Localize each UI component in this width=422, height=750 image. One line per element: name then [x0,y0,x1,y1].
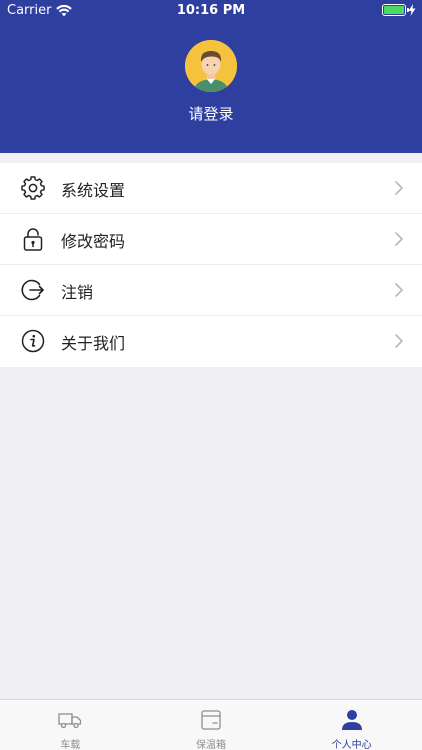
person-icon [341,710,362,730]
menu-item-about-us[interactable]: 关于我们 [0,316,422,367]
tab-label: 保温箱 [196,740,226,750]
status-time: 10:16 PM [176,3,246,18]
info-icon [21,329,45,353]
box-icon [201,710,221,730]
tab-label: 车载 [60,740,81,750]
lock-icon [23,228,43,251]
chevron-right-icon [395,334,403,348]
avatar[interactable] [185,40,237,92]
menu-item-label: 关于我们 [61,334,126,353]
menu-item-logout[interactable]: 注销 [0,265,422,316]
profile-header: Carrier 10:16 PM 请登录 [0,0,422,153]
chevron-right-icon [395,181,403,195]
status-bar: Carrier 10:16 PM [0,0,422,22]
menu-item-label: 系统设置 [61,181,126,200]
login-prompt[interactable]: 请登录 [0,103,422,124]
battery-indicator [382,4,416,16]
settings-menu: 系统设置 修改密码 注销 关于我们 [0,163,422,367]
gear-icon [21,176,45,200]
menu-item-system-settings[interactable]: 系统设置 [0,163,422,214]
chevron-right-icon [395,283,403,297]
chevron-right-icon [395,232,403,246]
menu-item-change-password[interactable]: 修改密码 [0,214,422,265]
avatar-icon [185,40,237,92]
truck-icon [58,713,82,729]
menu-item-label: 注销 [61,283,94,302]
tab-vehicle[interactable]: 车载 [0,700,141,750]
tab-bar: 车载 保温箱 个人中心 [0,699,422,750]
tab-label: 个人中心 [331,740,372,750]
tab-cooler-box[interactable]: 保温箱 [141,700,282,750]
battery-icon [382,4,409,16]
logout-icon [21,279,44,301]
tab-personal-center[interactable]: 个人中心 [281,700,422,750]
charging-bolt-icon [408,4,416,16]
menu-item-label: 修改密码 [61,232,126,251]
